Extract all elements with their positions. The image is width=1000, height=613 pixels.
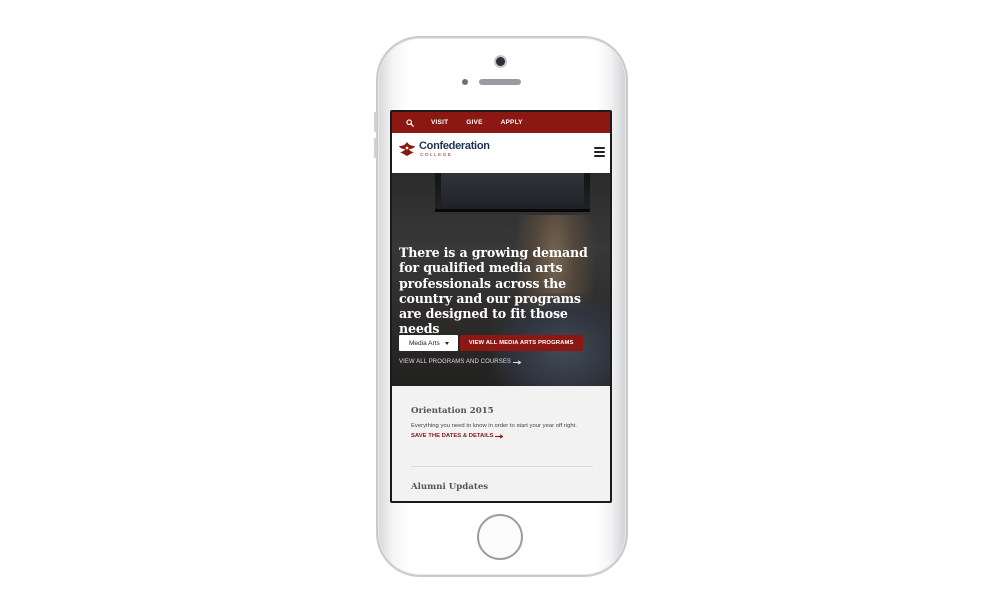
nav-link-give[interactable]: GIVE bbox=[466, 119, 482, 126]
card-text: Everything you need to know in order to … bbox=[411, 423, 577, 429]
earpiece-speaker bbox=[479, 79, 521, 85]
program-area-dropdown[interactable]: Media Arts bbox=[399, 335, 458, 351]
hero-actions: Media Arts VIEW ALL MEDIA ARTS PROGRAMS bbox=[399, 335, 583, 351]
phone-screen: VISIT GIVE APPLY Confederation COLLEGE T… bbox=[390, 110, 612, 503]
hero-banner: There is a growing demand for qualified … bbox=[392, 173, 610, 386]
news-section: Orientation 2015 Everything you need to … bbox=[392, 386, 610, 501]
volume-button bbox=[374, 112, 377, 132]
site-header: Confederation COLLEGE bbox=[392, 133, 610, 173]
hamburger-menu-icon[interactable] bbox=[594, 147, 605, 157]
proximity-sensor bbox=[462, 79, 468, 85]
nav-link-apply[interactable]: APPLY bbox=[501, 119, 523, 126]
card-link-label: SAVE THE DATES & DETAILS bbox=[411, 433, 494, 440]
card-title[interactable]: Alumni Updates bbox=[411, 482, 593, 492]
arrow-right-icon bbox=[495, 434, 504, 439]
utility-bar: VISIT GIVE APPLY bbox=[392, 112, 610, 133]
home-button[interactable] bbox=[477, 514, 523, 560]
hero-headline: There is a growing demand for qualified … bbox=[399, 245, 588, 337]
news-card: Orientation 2015 Everything you need to … bbox=[411, 406, 593, 439]
view-all-programs-label: VIEW ALL PROGRAMS AND COURSES bbox=[399, 359, 512, 365]
front-camera bbox=[496, 57, 505, 66]
chevron-down-icon bbox=[444, 341, 449, 345]
program-area-label: Media Arts bbox=[409, 339, 440, 347]
logo-name: Confederation bbox=[419, 140, 490, 152]
save-the-dates-link[interactable]: SAVE THE DATES & DETAILS bbox=[411, 433, 593, 439]
search-icon[interactable] bbox=[405, 118, 415, 128]
volume-button bbox=[374, 138, 377, 158]
college-logo[interactable]: Confederation COLLEGE bbox=[397, 141, 490, 158]
nav-link-visit[interactable]: VISIT bbox=[431, 119, 448, 126]
view-all-programs-link[interactable]: VIEW ALL PROGRAMS AND COURSES bbox=[399, 359, 522, 365]
divider bbox=[411, 466, 593, 467]
logo-subtitle: COLLEGE bbox=[420, 152, 453, 157]
logo-mark-icon bbox=[399, 142, 415, 156]
news-card: Alumni Updates bbox=[411, 482, 593, 492]
view-media-arts-programs-button[interactable]: VIEW ALL MEDIA ARTS PROGRAMS bbox=[459, 335, 583, 351]
card-title: Orientation 2015 bbox=[411, 406, 494, 416]
arrow-right-icon bbox=[513, 359, 522, 365]
